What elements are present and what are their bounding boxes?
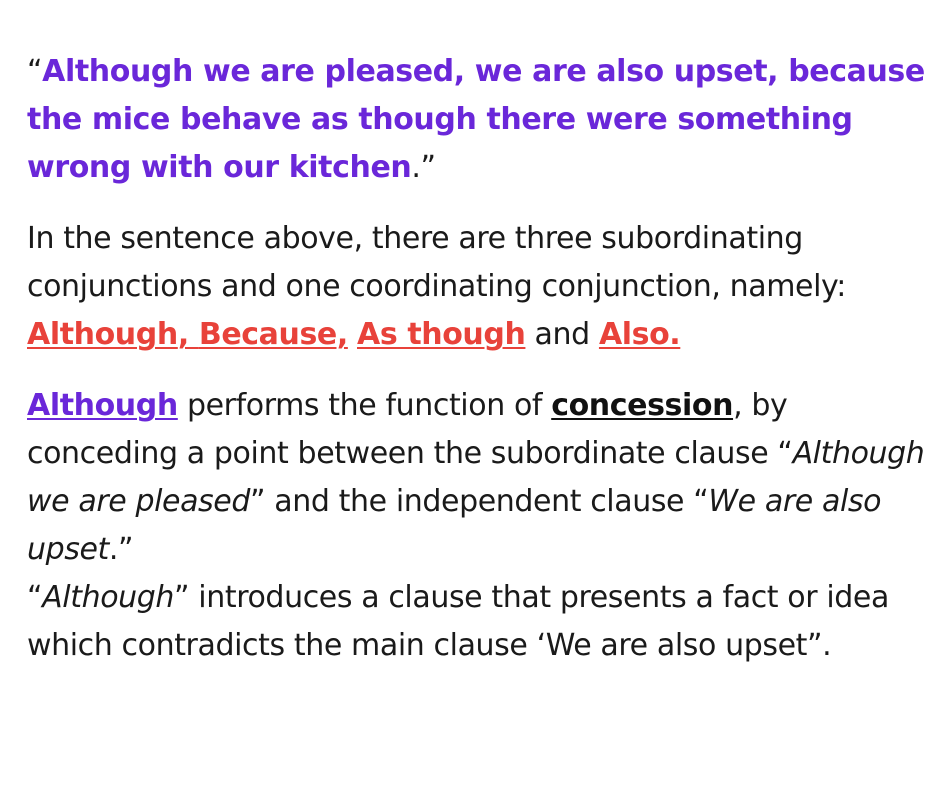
intro-text: In the sentence above, there are three s… (27, 221, 846, 304)
explanation-text-3: ” and the independent clause “ (250, 484, 709, 519)
explanation-text-1: performs the function of (177, 388, 552, 423)
conjunction-as-though-link[interactable]: As though (357, 317, 526, 352)
document-body: “Although we are pleased, we are also up… (27, 48, 927, 670)
quoted-sentence: Although we are pleased, we are also ups… (27, 54, 925, 185)
concession-link[interactable]: concession (551, 388, 733, 423)
open-quote: “ (27, 54, 43, 89)
conjunction-also-link[interactable]: Also. (599, 317, 681, 352)
explanation-text-4: .” (108, 532, 134, 567)
conjunctions-intro: In the sentence above, there are three s… (27, 215, 927, 359)
conjunction-although-link[interactable]: Although (27, 317, 178, 352)
conjunction-separator: , (177, 317, 199, 352)
example-sentence: “Although we are pleased, we are also up… (27, 48, 927, 192)
concession-explanation: Although performs the function of conces… (27, 382, 927, 670)
conjunction-space (348, 317, 357, 352)
conjunction-because-link[interactable]: Because, (199, 317, 348, 352)
and-word: and (525, 317, 599, 352)
although-italic-term: Although (42, 580, 175, 615)
second-quote-open: “ (27, 580, 43, 615)
close-quote: .” (411, 150, 436, 185)
although-term-link[interactable]: Although (27, 388, 178, 423)
